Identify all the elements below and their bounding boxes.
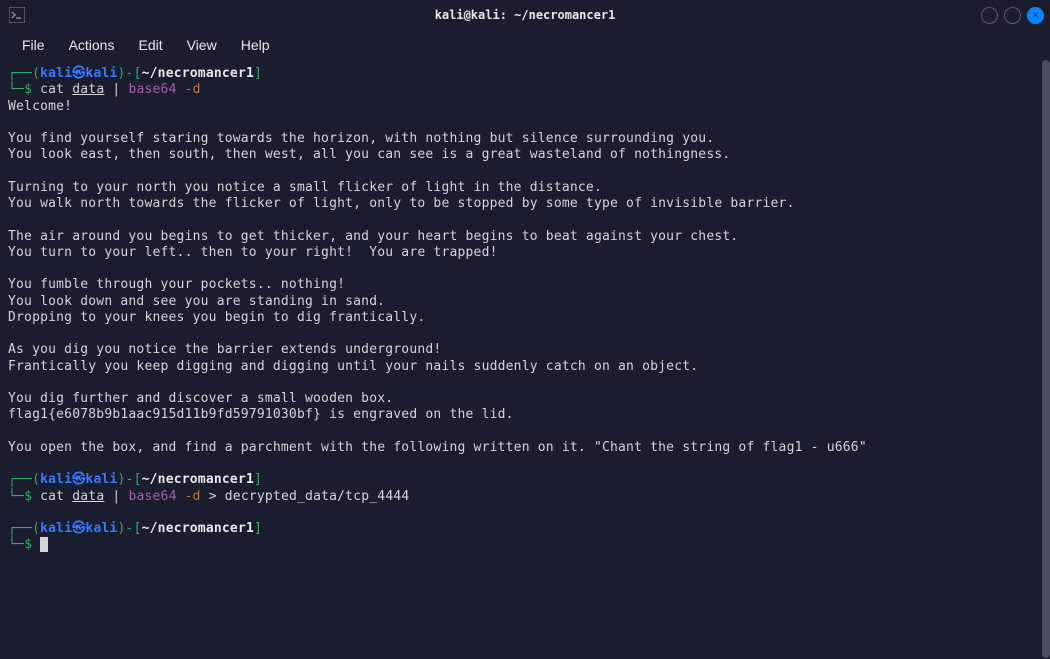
output-line: You find yourself staring towards the ho… xyxy=(8,131,714,146)
output-line: Frantically you keep digging and digging… xyxy=(8,359,698,374)
scrollbar[interactable] xyxy=(1042,60,1050,658)
minimize-button[interactable] xyxy=(981,7,998,24)
output-line: As you dig you notice the barrier extend… xyxy=(8,342,441,357)
prompt-decoration: ┌──(kali㉿kali)-[~/necromancer1] xyxy=(8,472,1042,488)
output-line: You look down and see you are standing i… xyxy=(8,294,385,309)
command-line: └─$ xyxy=(8,537,1042,553)
window-controls xyxy=(981,7,1044,24)
window-title: kali@kali: ~/necromancer1 xyxy=(435,8,616,22)
command-line: └─$ cat data | base64 -d > decrypted_dat… xyxy=(8,489,1042,505)
titlebar: kali@kali: ~/necromancer1 xyxy=(0,0,1050,30)
output-line: The air around you begins to get thicker… xyxy=(8,229,738,244)
menu-edit[interactable]: Edit xyxy=(126,33,174,57)
menu-view[interactable]: View xyxy=(175,33,229,57)
menu-help[interactable]: Help xyxy=(229,33,282,57)
menu-file[interactable]: File xyxy=(10,33,57,57)
output-line: You dig further and discover a small woo… xyxy=(8,391,393,406)
terminal-icon xyxy=(8,6,26,24)
output-line: Dropping to your knees you begin to dig … xyxy=(8,310,425,325)
output-line: flag1{e6078b9b1aac915d11b9fd59791030bf} … xyxy=(8,407,514,422)
output-line: Welcome! xyxy=(8,99,72,114)
output-line: You fumble through your pockets.. nothin… xyxy=(8,277,345,292)
cursor xyxy=(40,537,48,552)
command-line: └─$ cat data | base64 -d xyxy=(8,82,1042,98)
output-line: You look east, then south, then west, al… xyxy=(8,147,730,162)
terminal-content[interactable]: ┌──(kali㉿kali)-[~/necromancer1]└─$ cat d… xyxy=(0,60,1050,560)
menubar: File Actions Edit View Help xyxy=(0,30,1050,60)
output-line: You turn to your left.. then to your rig… xyxy=(8,245,498,260)
scrollbar-thumb[interactable] xyxy=(1042,60,1050,658)
prompt-decoration: ┌──(kali㉿kali)-[~/necromancer1] xyxy=(8,521,1042,537)
maximize-button[interactable] xyxy=(1004,7,1021,24)
output-line: Turning to your north you notice a small… xyxy=(8,180,602,195)
output-line: You walk north towards the flicker of li… xyxy=(8,196,795,211)
prompt-decoration: ┌──(kali㉿kali)-[~/necromancer1] xyxy=(8,66,1042,82)
menu-actions[interactable]: Actions xyxy=(57,33,127,57)
output-line: You open the box, and find a parchment w… xyxy=(8,440,867,455)
close-button[interactable] xyxy=(1027,7,1044,24)
